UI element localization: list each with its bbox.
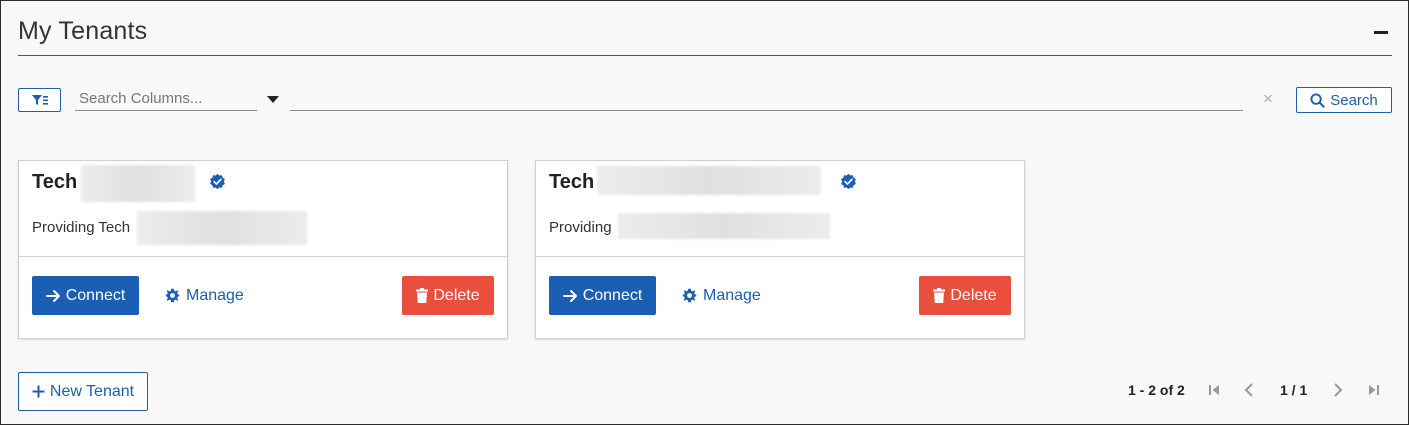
delete-button[interactable]: Delete xyxy=(919,276,1011,315)
manage-label: Manage xyxy=(703,286,761,304)
pagination-page: 1 / 1 xyxy=(1280,382,1308,398)
close-icon[interactable]: × xyxy=(1263,89,1273,109)
verified-badge-icon xyxy=(210,173,225,190)
manage-label: Manage xyxy=(186,286,244,304)
connect-label: Connect xyxy=(582,286,643,304)
delete-button[interactable]: Delete xyxy=(402,276,494,315)
tenant-title: Tech xyxy=(32,171,78,193)
delete-label: Delete xyxy=(433,286,480,304)
first-page-icon[interactable] xyxy=(1208,384,1220,396)
search-icon xyxy=(1310,92,1325,108)
manage-button[interactable]: Manage xyxy=(682,276,761,315)
tenant-card: Tech Providing Tech Connect Manage Delet… xyxy=(18,160,508,339)
arrow-right-icon xyxy=(562,289,577,302)
gear-icon xyxy=(682,288,697,303)
next-page-icon[interactable] xyxy=(1333,383,1343,397)
search-input[interactable] xyxy=(290,87,1243,111)
trash-icon xyxy=(933,288,946,303)
search-columns-input[interactable] xyxy=(75,87,257,111)
connect-button[interactable]: Connect xyxy=(549,276,656,315)
trash-icon xyxy=(416,288,429,303)
arrow-right-icon xyxy=(45,289,60,302)
gear-icon xyxy=(165,288,180,303)
filter-button[interactable] xyxy=(18,88,61,112)
tenant-card-header: Tech Providing Tech xyxy=(19,161,507,257)
tenants-panel: My Tenants × Search Tech Providing T xyxy=(0,0,1409,425)
verified-badge-icon xyxy=(841,173,856,190)
new-tenant-button[interactable]: New Tenant xyxy=(18,372,148,411)
tenant-subtitle: Providing Tech xyxy=(32,219,131,236)
redacted-subtitle xyxy=(618,213,830,239)
plus-icon xyxy=(32,385,45,398)
tenant-card: Tech Providing Connect Manage Delete xyxy=(535,160,1025,339)
delete-label: Delete xyxy=(950,286,997,304)
redacted-name xyxy=(597,166,821,195)
manage-button[interactable]: Manage xyxy=(165,276,244,315)
tenant-card-header: Tech Providing xyxy=(536,161,1024,257)
pagination-range: 1 - 2 of 2 xyxy=(1128,382,1185,398)
redacted-name xyxy=(81,165,195,202)
last-page-icon[interactable] xyxy=(1368,384,1380,396)
tenant-title: Tech xyxy=(549,171,595,193)
search-button-label: Search xyxy=(1330,91,1378,109)
connect-button[interactable]: Connect xyxy=(32,276,139,315)
previous-page-icon[interactable] xyxy=(1244,383,1254,397)
minus-icon[interactable] xyxy=(1374,31,1388,34)
redacted-subtitle xyxy=(137,211,307,245)
connect-label: Connect xyxy=(65,286,126,304)
page-title: My Tenants xyxy=(18,17,148,45)
search-button[interactable]: Search xyxy=(1296,87,1392,113)
panel-header: My Tenants xyxy=(18,15,1392,56)
caret-down-icon[interactable] xyxy=(267,96,279,103)
new-tenant-label: New Tenant xyxy=(49,382,135,400)
filter-list-icon xyxy=(31,95,48,105)
tenant-subtitle: Providing xyxy=(549,219,612,236)
